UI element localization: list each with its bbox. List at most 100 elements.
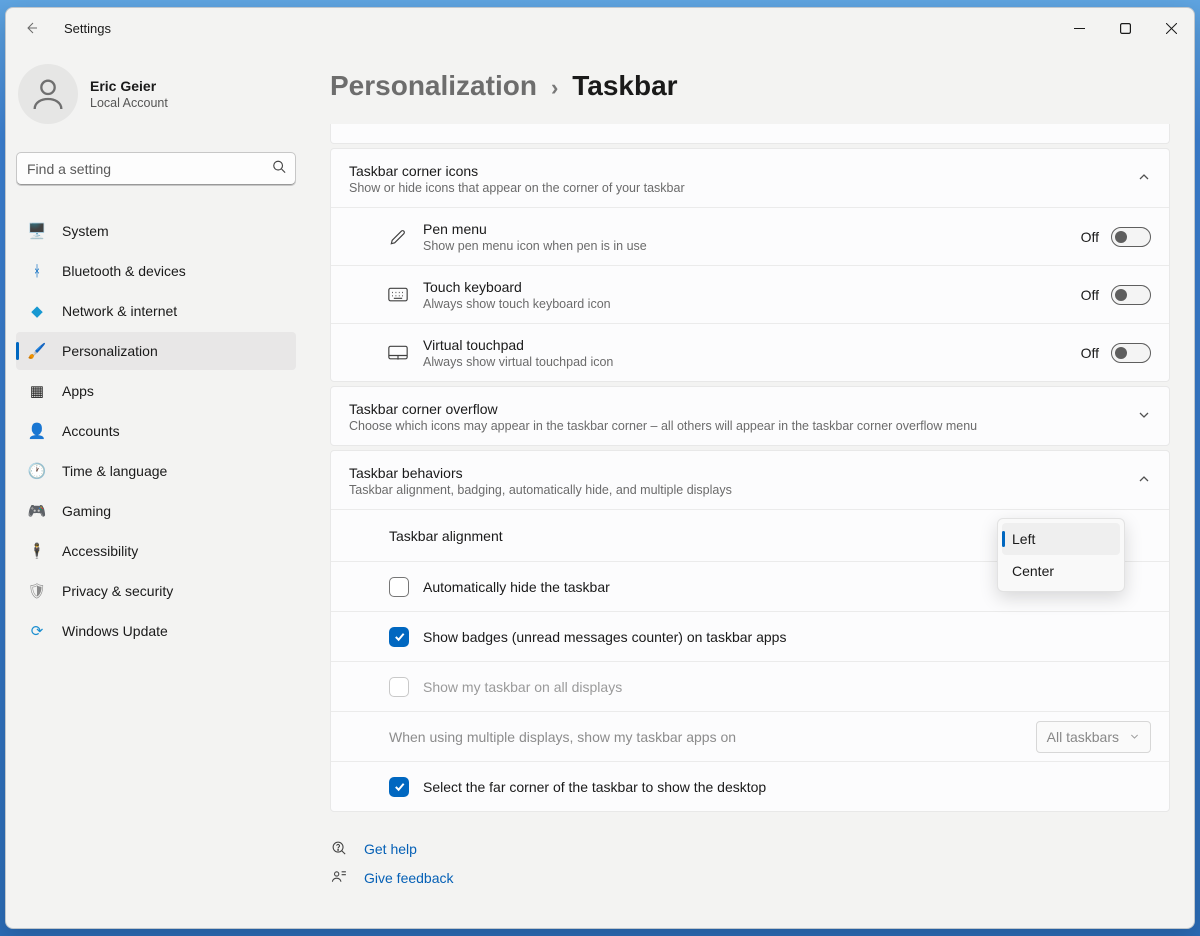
search-input[interactable] <box>16 152 296 186</box>
nav-label: Personalization <box>62 343 158 359</box>
minimize-button[interactable] <box>1056 8 1102 48</box>
nav-label: Bluetooth & devices <box>62 263 186 279</box>
panel-overflow: Taskbar corner overflow Choose which ico… <box>330 386 1170 446</box>
close-icon <box>1166 23 1177 34</box>
panel-corner-icons: Taskbar corner icons Show or hide icons … <box>330 148 1170 382</box>
help-icon <box>330 840 348 857</box>
checkbox-badges[interactable] <box>389 627 409 647</box>
clock-icon: 🕐 <box>28 462 46 480</box>
get-help-text[interactable]: Get help <box>364 841 417 857</box>
breadcrumb-parent[interactable]: Personalization <box>330 70 537 102</box>
alignment-option-left[interactable]: Left <box>1002 523 1120 555</box>
nav-label: Windows Update <box>62 623 168 639</box>
check-icon <box>393 630 406 643</box>
account-name: Eric Geier <box>90 78 168 94</box>
give-feedback-text[interactable]: Give feedback <box>364 870 454 886</box>
row-touch-keyboard: Touch keyboard Always show touch keyboar… <box>331 265 1169 323</box>
nav-item-network[interactable]: ◆Network & internet <box>16 292 296 330</box>
row-far-corner[interactable]: Select the far corner of the taskbar to … <box>331 761 1169 811</box>
row-multimon: When using multiple displays, show my ta… <box>331 711 1169 761</box>
panel-header-overflow[interactable]: Taskbar corner overflow Choose which ico… <box>331 387 1169 445</box>
nav-item-accounts[interactable]: 👤 Accounts <box>16 412 296 450</box>
arrow-left-icon <box>23 20 39 36</box>
nav-item-gaming[interactable]: 🎮Gaming <box>16 492 296 530</box>
nav: 🖥️ System ᚼ Bluetooth & devices ◆Network &… <box>16 212 296 650</box>
chevron-up-icon <box>1137 472 1151 491</box>
titlebar: Settings <box>6 8 1194 48</box>
panel-above-cutoff <box>330 124 1170 144</box>
nav-label: Accessibility <box>62 543 138 559</box>
panel-behaviors: Taskbar behaviors Taskbar alignment, bad… <box>330 450 1170 812</box>
nav-item-time[interactable]: 🕐 Time & language <box>16 452 296 490</box>
give-feedback-link[interactable]: Give feedback <box>330 869 1170 886</box>
panel-header-behaviors[interactable]: Taskbar behaviors Taskbar alignment, bad… <box>331 451 1169 509</box>
check-label: Select the far corner of the taskbar to … <box>423 779 1151 795</box>
multimon-dropdown: All taskbars <box>1036 721 1151 753</box>
nav-item-privacy[interactable]: 🛡 Privacy & security <box>16 572 296 610</box>
toggle-state: Off <box>1081 345 1099 361</box>
nav-label: Accounts <box>62 423 120 439</box>
back-button[interactable] <box>16 13 46 43</box>
feedback-icon <box>330 869 348 886</box>
shield-icon: 🛡 <box>28 582 46 600</box>
check-label: Show my taskbar on all displays <box>423 679 1151 695</box>
wifi-icon: ◆ <box>28 302 46 320</box>
account-subtitle: Local Account <box>90 96 168 110</box>
nav-label: Time & language <box>62 463 167 479</box>
nav-item-apps[interactable]: ▦ Apps <box>16 372 296 410</box>
chevron-up-icon <box>1137 170 1151 189</box>
row-virtual-touchpad: Virtual touchpad Always show virtual tou… <box>331 323 1169 381</box>
body-area: Eric Geier Local Account 🖥️ System ᚼ Bluet… <box>6 48 1194 928</box>
monitor-icon: 🖥️ <box>28 222 46 240</box>
panel-subtitle: Show or hide icons that appear on the co… <box>349 181 1137 195</box>
avatar <box>18 64 78 124</box>
row-title: Touch keyboard <box>423 279 1067 295</box>
nav-item-system[interactable]: 🖥️ System <box>16 212 296 250</box>
touchpad-icon <box>387 342 409 364</box>
alignment-dropdown[interactable]: Left Center <box>997 518 1125 592</box>
person-icon <box>28 74 68 114</box>
row-badges[interactable]: Show badges (unread messages counter) on… <box>331 611 1169 661</box>
breadcrumb: Personalization › Taskbar <box>330 70 1170 102</box>
alignment-option-center[interactable]: Center <box>1002 555 1120 587</box>
window-controls <box>1056 8 1194 48</box>
keyboard-icon <box>387 284 409 306</box>
panel-subtitle: Taskbar alignment, badging, automaticall… <box>349 483 1137 497</box>
bluetooth-icon: ᚼ <box>28 262 46 280</box>
multimon-value: All taskbars <box>1047 729 1119 745</box>
search-box <box>16 152 296 186</box>
row-title: Virtual touchpad <box>423 337 1067 353</box>
toggle-virtual-touchpad[interactable] <box>1111 343 1151 363</box>
row-taskbar-alignment: Taskbar alignment Left Center <box>331 509 1169 561</box>
nav-label: System <box>62 223 109 239</box>
close-button[interactable] <box>1148 8 1194 48</box>
breadcrumb-current: Taskbar <box>572 70 677 102</box>
checkbox-autohide[interactable] <box>389 577 409 597</box>
toggle-pen-menu[interactable] <box>1111 227 1151 247</box>
account-block[interactable]: Eric Geier Local Account <box>16 58 296 140</box>
paint-icon: 🖌️ <box>28 342 46 360</box>
window-title: Settings <box>64 21 111 36</box>
row-subtitle: Show pen menu icon when pen is in use <box>423 239 1067 253</box>
apps-icon: ▦ <box>28 382 46 400</box>
panel-title: Taskbar corner overflow <box>349 401 1137 417</box>
panel-header-corner-icons[interactable]: Taskbar corner icons Show or hide icons … <box>331 149 1169 207</box>
nav-label: Apps <box>62 383 94 399</box>
row-title: Pen menu <box>423 221 1067 237</box>
nav-item-update[interactable]: ⟳Windows Update <box>16 612 296 650</box>
gamepad-icon: 🎮 <box>28 502 46 520</box>
sidebar: Eric Geier Local Account 🖥️ System ᚼ Bluet… <box>6 48 306 928</box>
nav-label: Privacy & security <box>62 583 173 599</box>
chevron-right-icon: › <box>551 75 558 101</box>
maximize-button[interactable] <box>1102 8 1148 48</box>
panel-title: Taskbar corner icons <box>349 163 1137 179</box>
nav-item-accessibility[interactable]: 🕴Accessibility <box>16 532 296 570</box>
toggle-touch-keyboard[interactable] <box>1111 285 1151 305</box>
get-help-link[interactable]: Get help <box>330 840 1170 857</box>
multimon-label: When using multiple displays, show my ta… <box>389 729 1022 745</box>
checkbox-all-displays <box>389 677 409 697</box>
nav-item-personalization[interactable]: 🖌️ Personalization <box>16 332 296 370</box>
checkbox-far-corner[interactable] <box>389 777 409 797</box>
nav-item-bluetooth[interactable]: ᚼ Bluetooth & devices <box>16 252 296 290</box>
person-icon: 👤 <box>28 422 46 440</box>
